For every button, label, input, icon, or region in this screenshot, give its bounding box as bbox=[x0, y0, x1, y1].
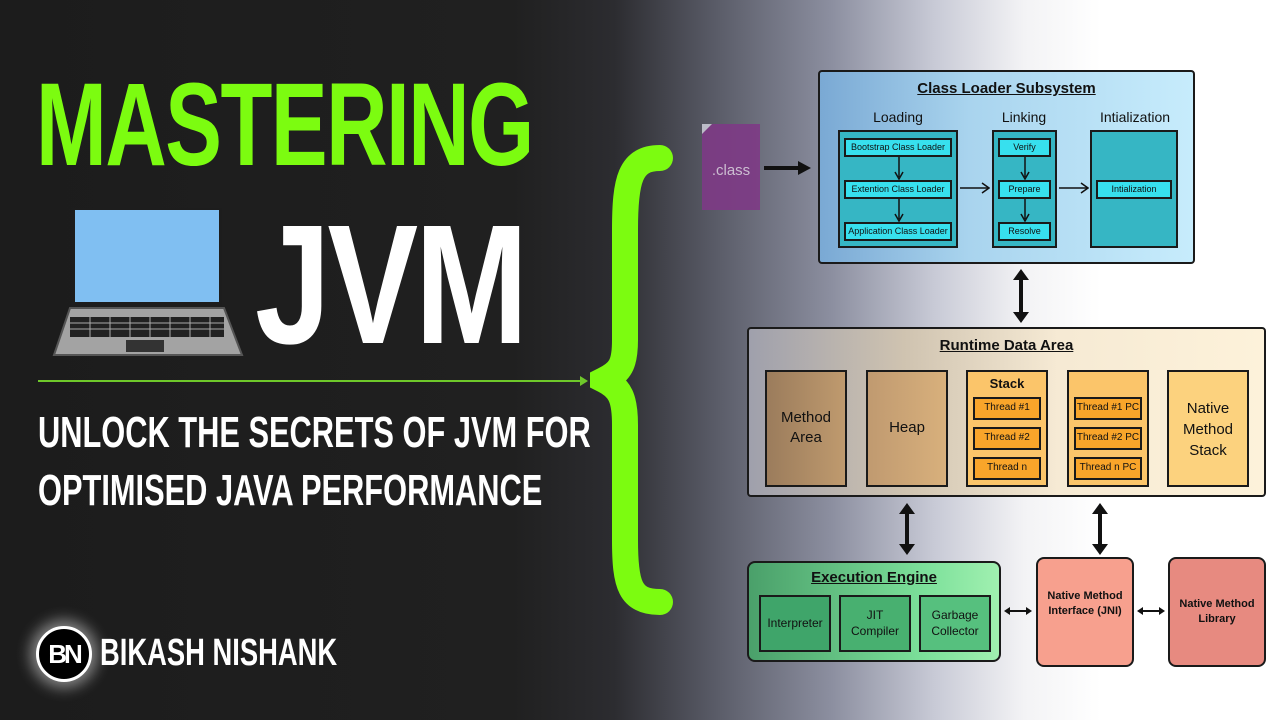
arrow-down-icon bbox=[894, 157, 904, 180]
title-mastering: MASTERING bbox=[36, 59, 534, 191]
author-name: BIKASH NISHANK bbox=[100, 632, 338, 674]
stack-thread: Thread n bbox=[973, 457, 1041, 480]
bidirectional-arrow-icon bbox=[899, 503, 915, 555]
verify-step: Verify bbox=[998, 138, 1051, 157]
resolve-step: Resolve bbox=[998, 222, 1051, 241]
runtime-data-area: Runtime Data Area Method Area Heap Stack… bbox=[747, 327, 1266, 497]
garbage-collector: Garbage Collector bbox=[919, 595, 991, 652]
arrow-down-icon bbox=[1020, 157, 1030, 180]
stack-thread: Thread #2 bbox=[973, 427, 1041, 450]
subtitle-line-1: UNLOCK THE SECRETS OF JVM FOR bbox=[38, 408, 591, 457]
execution-engine-title: Execution Engine bbox=[811, 569, 937, 586]
arrow-right-icon bbox=[960, 182, 990, 194]
class-file-icon: .class bbox=[702, 124, 760, 210]
runtime-data-area-title: Runtime Data Area bbox=[939, 337, 1074, 354]
arrow-down-icon bbox=[1020, 199, 1030, 222]
stack: Stack Thread #1 Thread #2 Thread n bbox=[966, 370, 1048, 487]
arrow-right-icon bbox=[764, 161, 811, 175]
heap: Heap bbox=[866, 370, 948, 487]
jit-compiler: JIT Compiler bbox=[839, 595, 911, 652]
pc-register: Thread n PC bbox=[1074, 457, 1142, 480]
extension-class-loader: Extention Class Loader bbox=[844, 180, 952, 199]
initialization-label: Intialization bbox=[1099, 109, 1171, 125]
class-file-label: .class bbox=[711, 162, 751, 179]
loading-label: Loading bbox=[873, 109, 923, 125]
native-method-interface: Native Method Interface (JNI) bbox=[1036, 557, 1134, 667]
divider-line bbox=[38, 380, 586, 382]
stack-thread: Thread #1 bbox=[973, 397, 1041, 420]
bidirectional-arrow-icon bbox=[1004, 607, 1032, 615]
native-method-stack: Native Method Stack bbox=[1167, 370, 1249, 487]
bidirectional-arrow-icon bbox=[1092, 503, 1108, 555]
pc-register: Thread #1 PC bbox=[1074, 397, 1142, 420]
class-loader-title: Class Loader Subsystem bbox=[917, 80, 1096, 97]
bootstrap-class-loader: Bootstrap Class Loader bbox=[844, 138, 952, 157]
subtitle-line-2: OPTIMISED JAVA PERFORMANCE bbox=[38, 466, 543, 515]
application-class-loader: Application Class Loader bbox=[844, 222, 952, 241]
author-logo: BN bbox=[36, 626, 92, 682]
arrow-down-icon bbox=[894, 199, 904, 222]
interpreter: Interpreter bbox=[759, 595, 831, 652]
prepare-step: Prepare bbox=[998, 180, 1051, 199]
arrow-right-icon bbox=[1059, 182, 1089, 194]
arrow-head-icon bbox=[580, 376, 588, 386]
linking-label: Linking bbox=[1001, 109, 1047, 125]
initialization-step: Intialization bbox=[1096, 180, 1172, 199]
pc-register: Thread #2 PC bbox=[1074, 427, 1142, 450]
laptop-icon bbox=[52, 208, 244, 356]
execution-engine: Execution Engine Interpreter JIT Compile… bbox=[747, 561, 1001, 662]
native-method-library: Native Method Library bbox=[1168, 557, 1266, 667]
pc-registers: Thread #1 PC Thread #2 PC Thread n PC bbox=[1067, 370, 1149, 487]
curly-brace-icon bbox=[590, 145, 673, 615]
class-loader-subsystem: Class Loader Subsystem Loading Linking I… bbox=[818, 70, 1195, 264]
method-area: Method Area bbox=[765, 370, 847, 487]
bidirectional-arrow-icon bbox=[1137, 607, 1165, 615]
bidirectional-arrow-icon bbox=[1013, 269, 1029, 323]
title-jvm: JVM bbox=[255, 190, 528, 380]
